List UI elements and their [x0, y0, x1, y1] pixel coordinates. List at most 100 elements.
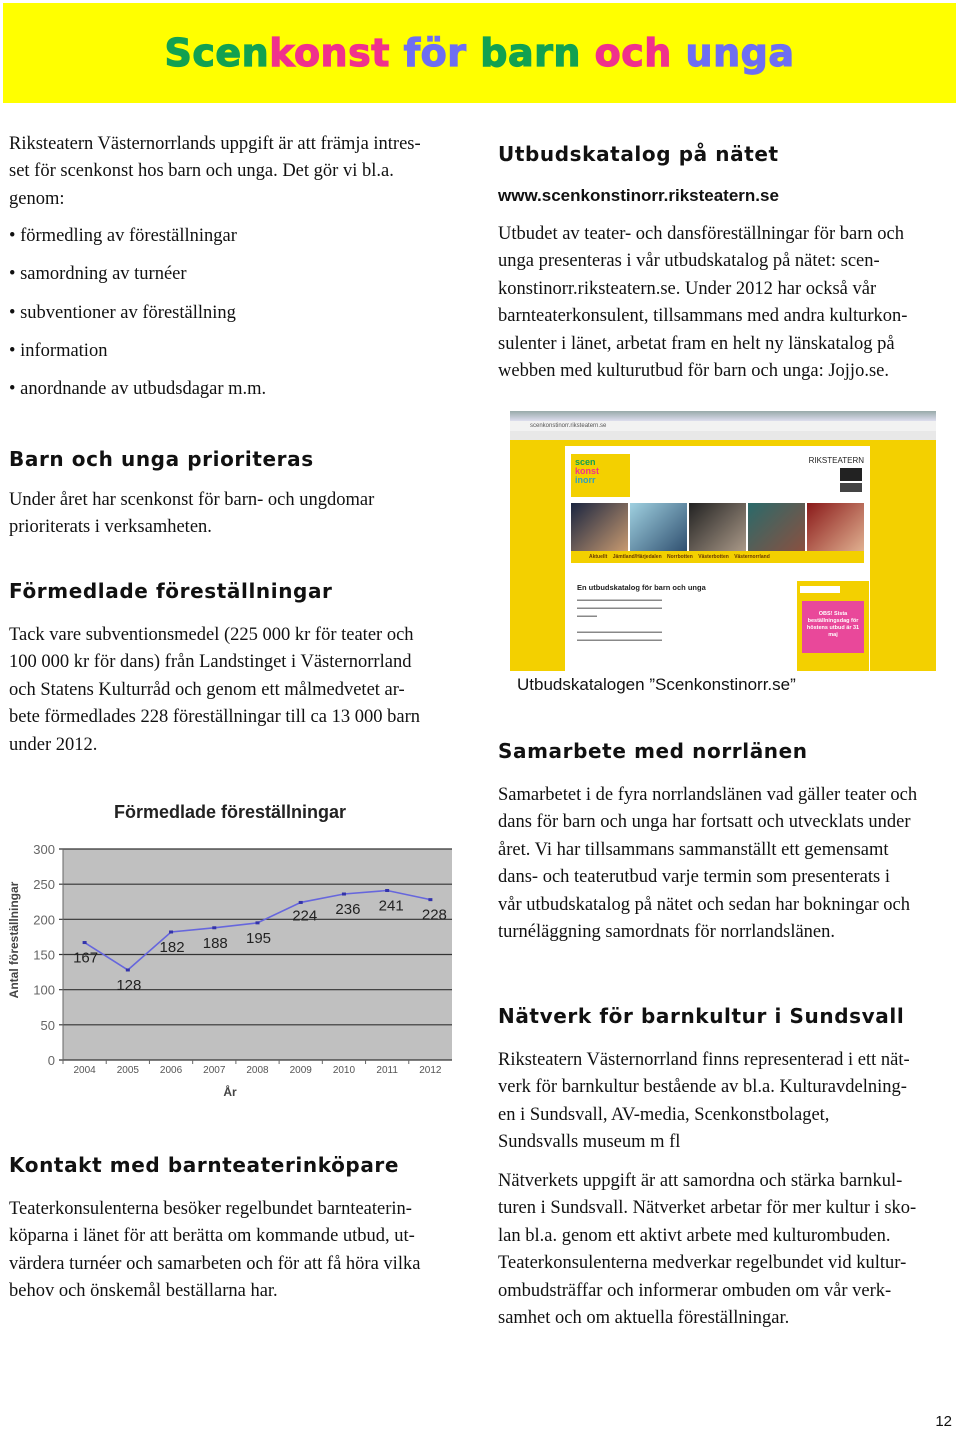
x-tick-label: 2004	[73, 1065, 96, 1076]
browser-tabbar	[510, 411, 936, 421]
text-line: värdera turnéer och samarbeten och för a…	[9, 1253, 421, 1274]
text-line: Tack vare subventionsmedel (225 000 kr f…	[9, 625, 414, 645]
photo	[748, 503, 805, 551]
title-word: och	[580, 30, 672, 75]
website-nav: Aktuellt Jämtland/Härjedalen Norrbotten …	[571, 551, 864, 563]
title-word: för	[389, 30, 467, 75]
list-item: • information	[9, 341, 108, 361]
text-line: genom:	[9, 188, 65, 209]
riksteatern-logo: RIKSTEATERN	[808, 456, 864, 465]
riksteatern-mark	[840, 468, 862, 492]
list-item: • anordnande av utbudsdagar m.m.	[9, 379, 267, 399]
website-search-box	[800, 586, 840, 593]
x-tick-label: 2010	[333, 1065, 356, 1076]
data-label: 228	[422, 907, 447, 924]
data-point	[298, 900, 303, 904]
y-tick-label: 200	[33, 912, 55, 927]
text-line: under 2012.	[9, 734, 98, 755]
text-line: Teaterkonsulenterna besöker regelbundet …	[9, 1199, 412, 1219]
x-axis-label: År	[223, 1084, 237, 1099]
text-line: behov och önskemål beställarna har.	[9, 1281, 278, 1302]
photo	[807, 503, 864, 551]
x-tick-label: 2007	[203, 1065, 226, 1076]
y-tick-label: 250	[33, 877, 55, 892]
list-item: • samordning av turnéer	[9, 264, 187, 284]
data-label: 195	[246, 930, 271, 947]
y-tick-label: 150	[33, 948, 55, 963]
y-tick-label: 100	[33, 983, 55, 998]
website-link[interactable]: www.scenkonstinorr.riksteatern.se	[498, 186, 779, 206]
data-point	[255, 921, 260, 925]
data-label: 128	[116, 977, 141, 994]
y-tick-label: 300	[33, 842, 55, 857]
data-label: 224	[292, 907, 317, 924]
photo	[689, 503, 746, 551]
list-item: • subventioner av föreställning	[9, 303, 236, 323]
text-line: Riksteatern Västernorrland finns represe…	[498, 1050, 910, 1070]
page-title: Scenkonst för barn och unga	[3, 3, 956, 103]
utbudskatalog-paragraph: Utbudet av teater- och dansföreställning…	[498, 221, 907, 385]
browser-address-bar: scenkonstinorr.riksteatern.se	[510, 421, 936, 431]
samarbete-paragraph: Samarbetet i de fyra norrlandslänen vad …	[498, 782, 917, 946]
text-line: sulenter i länet, arbetat fram en helt n…	[498, 333, 895, 354]
natverk-paragraph-2: Nätverkets uppgift är att samordna och s…	[498, 1168, 916, 1332]
heading-kontakt: Kontakt med barnteaterinköpare	[9, 1153, 400, 1177]
text-line: Nätverkets uppgift är att samordna och s…	[498, 1171, 903, 1191]
data-point	[385, 888, 390, 892]
text-line: dans- och teaterutbud varje termin som p…	[498, 867, 890, 888]
heading-formedlade: Förmedlade föreställningar	[9, 579, 333, 603]
text-line: Under året har scenkonst för barn- och u…	[9, 490, 375, 510]
text-line: set för scenkonst hos barn och unga. Det…	[9, 161, 394, 182]
photo	[571, 503, 628, 551]
text-line: och Statens Kulturråd och genom ett målm…	[9, 679, 405, 700]
data-point	[82, 941, 87, 945]
x-tick-label: 2008	[246, 1065, 269, 1076]
text-line: Teaterkonsulenterna medverkar regelbunde…	[498, 1253, 907, 1274]
text-line: köparna i länet för att berätta om komma…	[9, 1226, 415, 1247]
formedlade-paragraph: Tack vare subventionsmedel (225 000 kr f…	[9, 622, 420, 759]
text-line: Samarbetet i de fyra norrlandslänen vad …	[498, 785, 918, 805]
title-word: Scen	[164, 30, 270, 75]
photo	[630, 503, 687, 551]
text-line: 100 000 kr för dans) från Landstinget i …	[9, 652, 412, 673]
data-label: 167	[73, 950, 98, 967]
notice-box: OBS! Sista beställningsdag för höstens u…	[802, 601, 864, 653]
data-point	[125, 968, 130, 972]
text-line: en i Sundsvall, AV-media, Scenkonstbolag…	[498, 1104, 830, 1125]
photo-strip	[571, 503, 864, 551]
text-line: verk för barnkultur bestående av bl.a. K…	[498, 1077, 907, 1098]
browser-bookmarks	[510, 431, 936, 440]
data-label: 236	[335, 901, 360, 918]
data-point	[169, 930, 174, 934]
text-line: barnteaterkonsulent, tillsammans med and…	[498, 306, 908, 327]
chart-title: Förmedlade föreställningar	[114, 802, 346, 822]
data-label: 241	[379, 897, 404, 914]
y-axis-label: Antal föreställningar	[7, 881, 21, 998]
x-tick-label: 2005	[117, 1065, 140, 1076]
website-text: ▬▬▬▬▬▬▬▬▬▬▬▬▬▬▬▬▬ ▬▬▬▬▬▬▬▬▬▬▬▬▬▬▬▬▬ ▬▬▬▬ ▬▬…	[577, 597, 662, 643]
screenshot-caption: Utbudskatalogen ”Scenkonstinorr.se”	[517, 675, 796, 694]
website-page: scen konst inorr RIKSTEATERN Aktuellt Jä…	[565, 446, 870, 671]
data-point	[212, 926, 217, 930]
x-tick-label: 2009	[290, 1065, 313, 1076]
title-word: konst	[269, 30, 390, 75]
text-line: webben med kulturutbud för barn och unga…	[498, 361, 889, 382]
text-line: Riksteatern Västernorrlands uppgift är a…	[9, 134, 421, 154]
natverk-paragraph-1: Riksteatern Västernorrland finns represe…	[498, 1047, 910, 1157]
heading-prioriteras: Barn och unga prioriteras	[9, 447, 314, 471]
text-line: Utbudet av teater- och dansföreställning…	[498, 224, 904, 244]
scenkonstinorr-logo: scen konst inorr	[571, 454, 630, 497]
heading-utbudskatalog: Utbudskatalog på nätet	[498, 142, 779, 166]
website-screenshot: scenkonstinorr.riksteatern.se scen konst…	[510, 411, 936, 671]
kontakt-paragraph: Teaterkonsulenterna besöker regelbundet …	[9, 1196, 420, 1306]
prioriteras-paragraph: Under året har scenkonst för barn- och u…	[9, 487, 374, 542]
text-line: konstinorr.riksteatern.se. Under 2012 ha…	[498, 278, 877, 299]
data-point	[428, 898, 433, 902]
title-banner: Scenkonst för barn och unga	[3, 3, 956, 103]
x-tick-label: 2006	[160, 1065, 183, 1076]
y-tick-label: 50	[41, 1018, 55, 1033]
line-chart: 0 50 100 150 200 250 300 2004 2005 2006 2007 2008 20…	[7, 802, 452, 1099]
data-label: 182	[160, 939, 185, 956]
title-word: barn	[466, 30, 581, 75]
text-line: vår utbudskatalog på nätet och sedan har…	[498, 894, 911, 915]
